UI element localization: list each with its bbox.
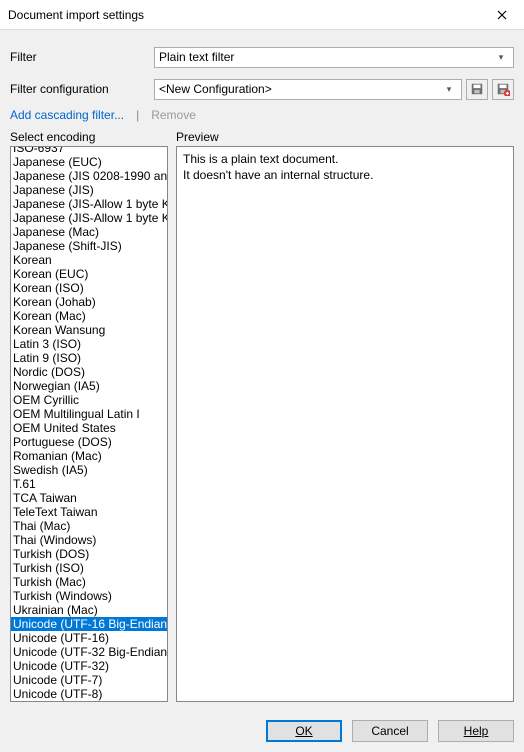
window-title: Document import settings xyxy=(8,8,480,22)
encoding-list-item[interactable]: Turkish (ISO) xyxy=(11,561,167,575)
encoding-list-item[interactable]: Unicode (UTF-32 Big-Endian) xyxy=(11,645,167,659)
filter-label: Filter xyxy=(10,50,154,64)
encoding-list-item[interactable]: Japanese (JIS-Allow 1 byte Kana) xyxy=(11,211,167,225)
config-combo[interactable]: <New Configuration> ▾ xyxy=(154,79,462,100)
encoding-list-item[interactable]: Korean (ISO) xyxy=(11,281,167,295)
encoding-list-item[interactable]: Korean (Johab) xyxy=(11,295,167,309)
encoding-list-item[interactable]: Portuguese (DOS) xyxy=(11,435,167,449)
encoding-list-item[interactable]: OEM United States xyxy=(11,421,167,435)
close-button[interactable] xyxy=(480,0,524,30)
save-config-as-button[interactable] xyxy=(492,79,514,100)
encoding-list-item[interactable]: TeleText Taiwan xyxy=(11,505,167,519)
titlebar: Document import settings xyxy=(0,0,524,30)
encoding-list-item[interactable]: Japanese (JIS 0208-1990 and 0212-1990) xyxy=(11,169,167,183)
encoding-label: Select encoding xyxy=(10,130,168,144)
config-label: Filter configuration xyxy=(10,82,154,96)
save-config-button[interactable] xyxy=(466,79,488,100)
chevron-down-icon: ▾ xyxy=(441,84,457,95)
preview-line: This is a plain text document. xyxy=(183,151,507,167)
encoding-list-item[interactable]: ISO-6937 xyxy=(11,146,167,155)
preview-label: Preview xyxy=(176,130,514,144)
encoding-list-item[interactable]: Thai (Mac) xyxy=(11,519,167,533)
filter-combo[interactable]: Plain text filter ▾ xyxy=(154,47,514,68)
encoding-list-item[interactable]: Latin 9 (ISO) xyxy=(11,351,167,365)
encoding-list-item[interactable]: Unicode (UTF-7) xyxy=(11,673,167,687)
add-cascading-filter-link[interactable]: Add cascading filter... xyxy=(10,108,124,122)
chevron-down-icon: ▾ xyxy=(493,52,509,63)
encoding-list-item[interactable]: Turkish (Windows) xyxy=(11,589,167,603)
encoding-list-item[interactable]: Swedish (IA5) xyxy=(11,463,167,477)
encoding-list-item[interactable]: T.61 xyxy=(11,477,167,491)
encoding-list-item[interactable]: OEM Multilingual Latin I xyxy=(11,407,167,421)
encoding-list-item[interactable]: TCA Taiwan xyxy=(11,491,167,505)
ok-button[interactable]: OK xyxy=(266,720,342,742)
encoding-list-item[interactable]: Unicode (UTF-16 Big-Endian) xyxy=(11,617,167,631)
encoding-list-item[interactable]: Unicode (UTF-8) xyxy=(11,687,167,701)
config-combo-value: <New Configuration> xyxy=(159,82,441,96)
encoding-list-item[interactable]: Japanese (EUC) xyxy=(11,155,167,169)
filter-combo-value: Plain text filter xyxy=(159,50,493,64)
encoding-list-item[interactable]: Japanese (JIS-Allow 1 byte Kana - SO/SI) xyxy=(11,197,167,211)
encoding-list-item[interactable]: Norwegian (IA5) xyxy=(11,379,167,393)
encoding-list-item[interactable]: Ukrainian (Mac) xyxy=(11,603,167,617)
encoding-list-item[interactable]: Turkish (Mac) xyxy=(11,575,167,589)
cancel-button[interactable]: Cancel xyxy=(352,720,428,742)
encoding-list-item[interactable]: Japanese (Shift-JIS) xyxy=(11,239,167,253)
encoding-list-item[interactable]: Turkish (DOS) xyxy=(11,547,167,561)
encoding-list-item[interactable]: Korean Wansung xyxy=(11,323,167,337)
encoding-list-item[interactable]: Unicode (UTF-16) xyxy=(11,631,167,645)
button-bar: OK Cancel Help xyxy=(0,710,524,752)
help-button[interactable]: Help xyxy=(438,720,514,742)
encoding-listbox[interactable]: ISCII OriyaISCII PunjabiISCII TamilISCII… xyxy=(10,146,168,702)
encoding-list-item[interactable]: Unicode (UTF-32) xyxy=(11,659,167,673)
encoding-list-item[interactable]: Korean (Mac) xyxy=(11,309,167,323)
encoding-list-item[interactable]: Korean (EUC) xyxy=(11,267,167,281)
preview-box: This is a plain text document. It doesn'… xyxy=(176,146,514,702)
encoding-list-item[interactable]: Latin 3 (ISO) xyxy=(11,337,167,351)
encoding-list-item[interactable]: Romanian (Mac) xyxy=(11,449,167,463)
encoding-list-item[interactable]: OEM Cyrillic xyxy=(11,393,167,407)
encoding-list-item[interactable]: Nordic (DOS) xyxy=(11,365,167,379)
remove-link: Remove xyxy=(151,108,196,122)
link-divider: | xyxy=(136,108,139,122)
encoding-list-item[interactable]: Korean xyxy=(11,253,167,267)
encoding-list-item[interactable]: Thai (Windows) xyxy=(11,533,167,547)
encoding-list-item[interactable]: Japanese (Mac) xyxy=(11,225,167,239)
encoding-list-item[interactable]: Japanese (JIS) xyxy=(11,183,167,197)
preview-line: It doesn't have an internal structure. xyxy=(183,167,507,183)
